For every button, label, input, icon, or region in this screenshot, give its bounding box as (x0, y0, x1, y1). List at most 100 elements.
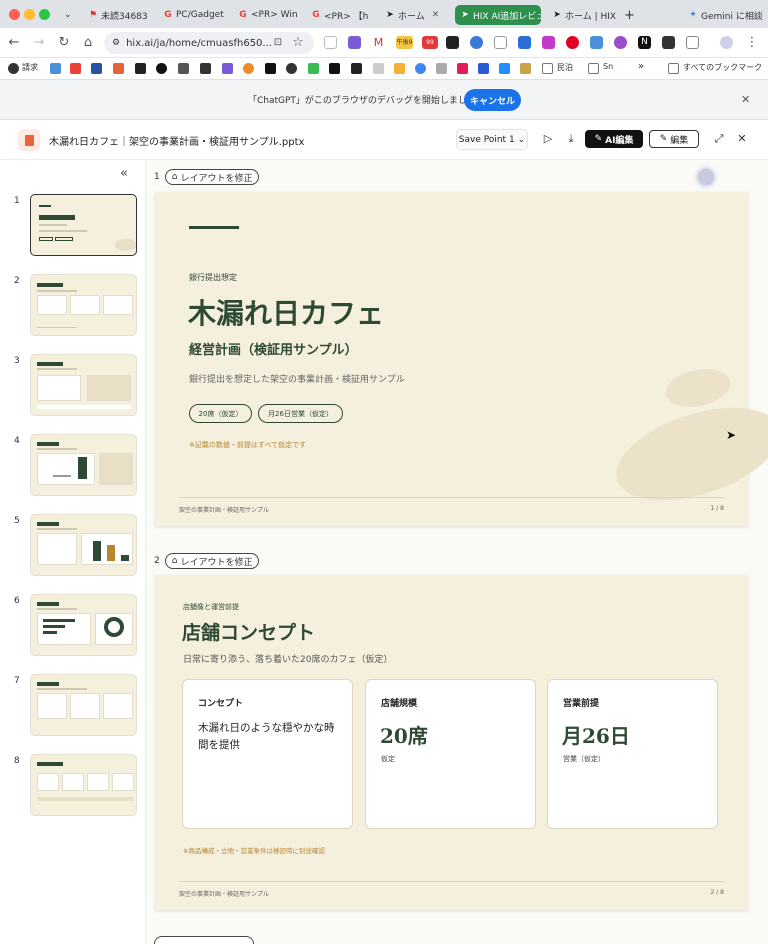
cancel-debug-button[interactable]: キャンセル (464, 89, 521, 111)
bookmark-icon[interactable] (178, 63, 189, 74)
bookmark-icon[interactable] (243, 63, 254, 74)
extension-icon[interactable] (348, 36, 361, 49)
forward-button[interactable]: → (31, 35, 47, 51)
bookmark-icon[interactable] (394, 63, 405, 74)
bookmarks-overflow-button[interactable]: » (638, 61, 644, 72)
save-point-dropdown[interactable]: Save Point 1 ⌄ (456, 129, 528, 150)
pen-extension-icon[interactable] (494, 36, 507, 49)
bookmark-icon[interactable] (265, 63, 276, 74)
gemini-button[interactable]: ✦ Gemini に相談 (688, 5, 766, 25)
tab-item[interactable]: ➤ ホーム ✕ (385, 5, 445, 25)
download-button[interactable]: ⤓ (562, 130, 580, 148)
bookmark-icon[interactable] (286, 63, 297, 74)
site-settings-icon[interactable]: ⚙ (112, 38, 120, 48)
tab-item[interactable]: G <PR> Win (238, 5, 300, 25)
bookmark-star-icon[interactable]: ☆ (290, 35, 306, 51)
close-window-button[interactable] (9, 9, 20, 20)
bookmark-icon[interactable] (499, 63, 510, 74)
extension-icon[interactable] (470, 36, 483, 49)
bookmark-item[interactable]: 請求 (22, 62, 38, 73)
extension-icon[interactable] (518, 36, 531, 49)
tab-item[interactable]: ⚑ 未読34683 (88, 5, 150, 25)
bookmark-icon[interactable] (329, 63, 340, 74)
bookmark-icon[interactable] (436, 63, 447, 74)
slide-thumbnail-2[interactable] (30, 274, 137, 336)
close-icon[interactable]: ✕ (741, 93, 750, 106)
extension-icon[interactable] (446, 36, 459, 49)
slide-thumbnail-4[interactable] (30, 434, 137, 496)
expand-button[interactable]: ⤢ (710, 130, 728, 148)
all-bookmarks-folder[interactable]: すべてのブックマーク (683, 62, 762, 73)
tab-item[interactable]: G <PR> 【h (311, 5, 373, 25)
back-button[interactable]: ← (6, 35, 22, 51)
close-icon: ✕ (737, 132, 747, 145)
tab-item[interactable]: ➤ ホーム | HIX (552, 5, 616, 25)
menu-kebab-icon[interactable]: ⋮ (744, 35, 760, 51)
folder-icon[interactable] (542, 63, 553, 74)
bookmark-icon[interactable] (50, 63, 61, 74)
edit-button[interactable]: ✎ 編集 (649, 130, 699, 148)
fix-layout-button[interactable] (154, 936, 254, 944)
minimize-window-button[interactable] (24, 9, 35, 20)
extension-icon[interactable] (590, 36, 603, 49)
notification-badge[interactable]: 99 (422, 36, 438, 49)
calendar-extension-icon[interactable]: 午後9 (396, 36, 413, 49)
extension-icon[interactable] (542, 36, 555, 49)
bookmark-icon[interactable] (478, 63, 489, 74)
folder-icon[interactable] (668, 63, 679, 74)
slide-footer-left: 架空の事業計画・検証用サンプル (179, 891, 269, 898)
slide-thumbnail-6[interactable] (30, 594, 137, 656)
slide-page-number: 2 / 8 (710, 889, 724, 896)
bookmark-icon[interactable] (351, 63, 362, 74)
slide-label (154, 936, 254, 944)
slide-thumbnail-1[interactable] (30, 194, 137, 256)
bookmark-folder[interactable]: Sn (603, 62, 613, 71)
bookmark-icon[interactable] (415, 63, 426, 74)
puzzle-extensions-icon[interactable] (686, 36, 699, 49)
bookmark-icon[interactable] (200, 63, 211, 74)
install-app-icon[interactable]: ⊡ (270, 35, 286, 51)
close-tab-icon[interactable]: ✕ (432, 10, 440, 20)
extension-icon[interactable] (662, 36, 675, 49)
slide-thumbnail-3[interactable] (30, 354, 137, 416)
bookmark-icon[interactable] (156, 63, 167, 74)
bookmark-icon[interactable] (91, 63, 102, 74)
slide-2[interactable]: 店舗像と運営前提 店舗コンセプト 日常に寄り添う、落ち着いた20席のカフェ（仮定… (155, 575, 748, 910)
extension-icon[interactable] (324, 36, 337, 49)
new-tab-button[interactable]: + (624, 5, 638, 25)
fix-layout-button[interactable]: ⌂ レイアウトを修正 (164, 169, 260, 185)
close-button[interactable]: ✕ (733, 130, 751, 148)
slide-1[interactable]: 銀行提出想定 木漏れ日カフェ 経営計画（検証用サンプル） 銀行提出を想定した架空… (155, 192, 768, 526)
bookmark-icon[interactable] (8, 63, 19, 74)
slide-thumbnail-5[interactable] (30, 514, 137, 576)
cursor-icon: ➤ (553, 10, 561, 20)
home-button[interactable]: ⌂ (80, 35, 96, 51)
bookmark-icon[interactable] (308, 63, 319, 74)
thumbnail-number: 8 (14, 756, 20, 766)
play-button[interactable]: ▷ (539, 130, 557, 148)
notion-icon[interactable]: N (638, 36, 651, 49)
collapse-sidebar-icon[interactable]: « (120, 166, 128, 181)
fix-layout-button[interactable]: ⌂ レイアウトを修正 (164, 553, 260, 569)
slide-thumbnail-8[interactable] (30, 754, 137, 816)
bookmark-icon[interactable] (222, 63, 233, 74)
slide-thumbnail-7[interactable] (30, 674, 137, 736)
gmail-icon[interactable]: M (372, 36, 385, 49)
ai-edit-button[interactable]: ✎ AI編集 (585, 130, 643, 148)
profile-avatar[interactable] (720, 36, 733, 49)
reload-button[interactable]: ↻ (56, 35, 72, 51)
folder-icon[interactable] (588, 63, 599, 74)
bookmark-folder[interactable]: 民泊 (557, 62, 573, 73)
tab-list-button[interactable]: ⌄ (64, 5, 78, 25)
extension-icon[interactable] (614, 36, 627, 49)
bookmark-icon[interactable] (113, 63, 124, 74)
google-icon[interactable] (70, 63, 81, 74)
bookmark-icon[interactable] (520, 63, 531, 74)
tab-item[interactable]: G PC/Gadget (163, 5, 225, 25)
maximize-window-button[interactable] (39, 9, 50, 20)
bookmark-icon[interactable] (373, 63, 384, 74)
pinterest-icon[interactable] (566, 36, 579, 49)
slack-icon[interactable] (457, 63, 468, 74)
tab-item-active[interactable]: ➤ HIX AI追加レビュー (455, 5, 541, 25)
bookmark-icon[interactable] (135, 63, 146, 74)
